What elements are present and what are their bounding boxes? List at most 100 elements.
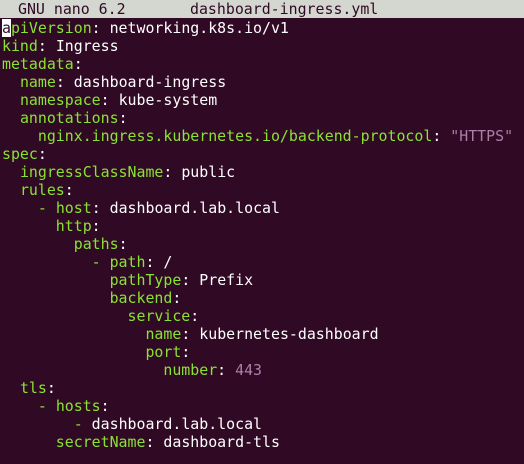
indentation xyxy=(2,91,20,109)
yaml-punctuation: : xyxy=(100,397,110,415)
yaml-punctuation: : xyxy=(145,433,164,451)
code-line[interactable]: ingressClassName: public xyxy=(2,163,513,181)
code-line[interactable]: - host: dashboard.lab.local xyxy=(2,199,513,217)
code-line[interactable]: kind: Ingress xyxy=(2,37,513,55)
yaml-punctuation: : xyxy=(46,379,56,397)
yaml-key: pathType xyxy=(109,271,182,289)
yaml-key: kind xyxy=(2,37,38,55)
indentation xyxy=(2,325,145,343)
yaml-punctuation: : xyxy=(118,235,128,253)
indentation xyxy=(2,253,92,271)
text-cursor: a xyxy=(2,19,11,37)
yaml-key: apiVersion xyxy=(2,19,92,37)
code-line[interactable]: name: dashboard-ingress xyxy=(2,73,513,91)
indentation xyxy=(2,217,56,235)
code-line[interactable]: port: xyxy=(2,343,513,361)
yaml-value: Prefix xyxy=(199,271,254,289)
indentation xyxy=(2,109,20,127)
yaml-value: kube-system xyxy=(118,91,218,109)
yaml-punctuation: : xyxy=(91,217,101,235)
indentation xyxy=(2,163,20,181)
yaml-key: annotations xyxy=(19,109,119,127)
code-line[interactable]: - hosts: xyxy=(2,397,513,415)
yaml-value: dashboard.lab.local xyxy=(109,199,280,217)
code-line[interactable]: annotations: xyxy=(2,109,513,127)
yaml-punctuation: : xyxy=(37,37,56,55)
indentation xyxy=(2,289,110,307)
editor-version: GNU nano 6.2 xyxy=(18,0,126,18)
yaml-punctuation: : xyxy=(145,253,164,271)
indentation xyxy=(2,199,38,217)
yaml-punctuation: : xyxy=(181,343,191,361)
yaml-value: dashboard-tls xyxy=(163,433,280,451)
yaml-value: / xyxy=(163,253,173,271)
editor-buffer[interactable]: apiVersion: networking.k8s.io/v1 kind: In… xyxy=(2,19,513,451)
indentation xyxy=(2,361,163,379)
terminal-window[interactable]: GNU nano 6.2 dashboard-ingress.yml apiVe… xyxy=(0,0,524,464)
indentation xyxy=(2,379,20,397)
yaml-punctuation: : xyxy=(217,361,236,379)
code-line[interactable]: metadata: xyxy=(2,55,513,73)
yaml-key: http xyxy=(55,217,92,235)
yaml-punctuation: : xyxy=(118,109,128,127)
yaml-list-dash: - xyxy=(37,397,56,415)
indentation xyxy=(2,307,128,325)
code-line[interactable]: service: xyxy=(2,307,513,325)
yaml-value: networking.k8s.io/v1 xyxy=(109,19,289,37)
yaml-punctuation: : xyxy=(91,19,110,37)
yaml-key: tls xyxy=(19,379,47,397)
indentation xyxy=(2,73,20,91)
yaml-value: public xyxy=(181,163,236,181)
indentation xyxy=(2,181,20,199)
yaml-list-dash: - xyxy=(73,415,92,433)
indentation xyxy=(2,343,145,361)
code-line[interactable]: pathType: Prefix xyxy=(2,271,513,289)
yaml-value: kubernetes-dashboard xyxy=(199,325,379,343)
yaml-punctuation: : xyxy=(91,199,110,217)
code-line[interactable]: name: kubernetes-dashboard xyxy=(2,325,513,343)
yaml-value: dashboard.lab.local xyxy=(91,415,263,433)
yaml-key: metadata xyxy=(2,55,74,73)
code-line[interactable]: http: xyxy=(2,217,513,235)
code-line[interactable]: - path: / xyxy=(2,253,513,271)
yaml-punctuation: : xyxy=(172,289,182,307)
code-line[interactable]: nginx.ingress.kubernetes.io/backend-prot… xyxy=(2,127,513,145)
yaml-key: host xyxy=(55,199,92,217)
indentation xyxy=(2,433,56,451)
indentation xyxy=(2,415,74,433)
yaml-key: spec xyxy=(2,145,38,163)
yaml-value: Ingress xyxy=(55,37,119,55)
yaml-key: path xyxy=(109,253,146,271)
code-line[interactable]: secretName: dashboard-tls xyxy=(2,433,513,451)
yaml-punctuation: : xyxy=(55,73,74,91)
code-line[interactable]: namespace: kube-system xyxy=(2,91,513,109)
code-line[interactable]: backend: xyxy=(2,289,513,307)
code-line[interactable]: rules: xyxy=(2,181,513,199)
yaml-key: number xyxy=(163,361,218,379)
yaml-key: secretName xyxy=(55,433,146,451)
yaml-punctuation: : xyxy=(181,271,200,289)
indentation xyxy=(2,397,38,415)
yaml-key: rules xyxy=(19,181,65,199)
code-line[interactable]: apiVersion: networking.k8s.io/v1 xyxy=(2,19,513,37)
code-line[interactable]: spec: xyxy=(2,145,513,163)
yaml-punctuation: : xyxy=(64,181,74,199)
yaml-list-dash: - xyxy=(37,199,56,217)
yaml-punctuation: : xyxy=(190,307,200,325)
code-line[interactable]: tls: xyxy=(2,379,513,397)
yaml-punctuation: : xyxy=(432,127,451,145)
yaml-value: dashboard-ingress xyxy=(73,73,227,91)
yaml-key: ingressClassName xyxy=(19,163,164,181)
indentation xyxy=(2,235,74,253)
code-line[interactable]: paths: xyxy=(2,235,513,253)
yaml-key: paths xyxy=(73,235,119,253)
yaml-key: namespace xyxy=(19,91,101,109)
code-line[interactable]: number: 443 xyxy=(2,361,513,379)
code-line[interactable]: - dashboard.lab.local xyxy=(2,415,513,433)
yaml-key: backend xyxy=(109,289,173,307)
yaml-key: port xyxy=(145,343,182,361)
yaml-punctuation: : xyxy=(37,145,47,163)
yaml-punctuation: : xyxy=(181,325,200,343)
yaml-list-dash: - xyxy=(91,253,110,271)
yaml-punctuation: : xyxy=(163,163,182,181)
